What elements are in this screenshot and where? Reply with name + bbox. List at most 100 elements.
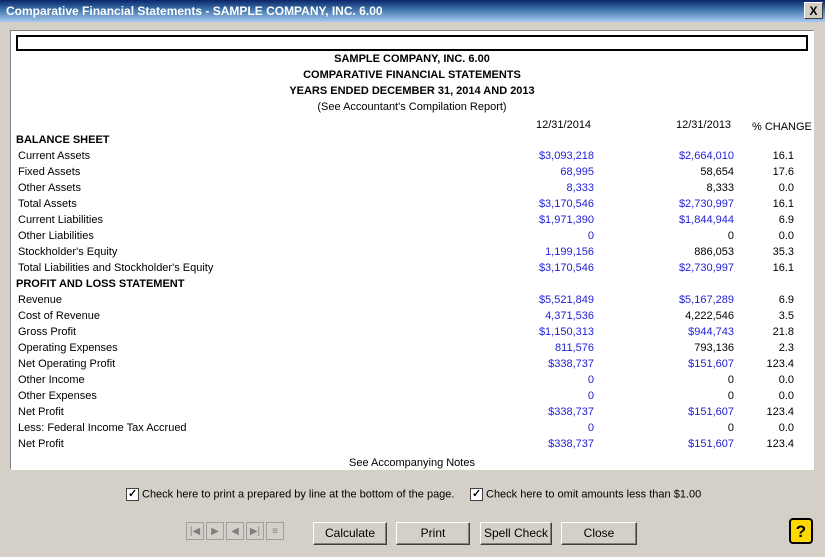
prepared-by-label[interactable]: Check here to print a prepared by line a…	[142, 489, 454, 501]
prior-year-value: $1,844,944	[678, 214, 734, 226]
row-label: Current Liabilities	[18, 214, 103, 226]
percent-change-value: 6.9	[778, 294, 794, 306]
table-row: Current Assets $3,093,218 $2,664,010 16.1	[11, 150, 811, 166]
current-year-value: $3,170,546	[538, 198, 594, 210]
title-bar: Comparative Financial Statements - SAMPL…	[0, 0, 825, 22]
current-year-value: 4,371,536	[545, 310, 594, 322]
prior-year-value: 886,053	[694, 246, 734, 258]
current-year-value: 0	[587, 390, 594, 402]
prior-year-value: $2,730,997	[678, 198, 734, 210]
percent-change-value: 35.3	[772, 246, 794, 258]
column-header-change: % CHANGE	[752, 121, 812, 133]
current-year-value: 1,199,156	[545, 246, 594, 258]
statement-title: COMPARATIVE FINANCIAL STATEMENTS	[303, 69, 521, 81]
previous-record-icon[interactable]: ◀	[226, 522, 244, 540]
current-year-value: 68,995	[560, 166, 594, 178]
table-row: Operating Expenses 811,576 793,136 2.3	[11, 342, 811, 358]
percent-change-value: 16.1	[772, 198, 794, 210]
percent-change-value: 2.3	[778, 342, 794, 354]
table-row: Cost of Revenue 4,371,536 4,222,546 3.5	[11, 310, 811, 326]
prepared-by-checkbox[interactable]: ✓	[126, 488, 139, 501]
table-row: Less: Federal Income Tax Accrued 0 0 0.0	[11, 422, 811, 438]
percent-change-value: 0.0	[778, 182, 794, 194]
row-label: Other Income	[18, 374, 85, 386]
percent-change-value: 0.0	[778, 422, 794, 434]
row-label: Net Profit	[18, 406, 64, 418]
current-year-value: $3,170,546	[538, 262, 594, 274]
percent-change-value: 0.0	[778, 374, 794, 386]
spell-check-button[interactable]: Spell Check	[480, 522, 552, 545]
prior-year-value: 58,654	[700, 166, 734, 178]
row-label: Current Assets	[18, 150, 91, 162]
print-button[interactable]: Print	[396, 522, 470, 545]
prior-year-value: 8,333	[706, 182, 734, 194]
prior-year-value: $2,730,997	[678, 262, 734, 274]
prepared-by-option[interactable]: ✓ Check here to print a prepared by line …	[126, 488, 454, 501]
section-balance-sheet: BALANCE SHEET	[16, 134, 110, 146]
table-row: Revenue $5,521,849 $5,167,289 6.9	[11, 294, 811, 310]
row-label: Net Operating Profit	[18, 358, 116, 370]
current-year-value: $1,150,313	[538, 326, 594, 338]
report-panel: SAMPLE COMPANY, INC. 6.00 COMPARATIVE FI…	[10, 30, 814, 470]
prior-year-value: $2,664,010	[678, 150, 734, 162]
prior-year-value: $5,167,289	[678, 294, 734, 306]
prior-year-value: $944,743	[688, 326, 734, 338]
prior-year-value: $151,607	[688, 438, 734, 450]
percent-change-value: 21.8	[772, 326, 794, 338]
percent-change-value: 123.4	[766, 406, 794, 418]
current-year-value: $5,521,849	[538, 294, 594, 306]
prior-year-value: 0	[727, 374, 734, 386]
prior-year-value: $151,607	[688, 358, 734, 370]
last-record-icon[interactable]: ▶|	[246, 522, 264, 540]
compilation-note: (See Accountant's Compilation Report)	[317, 101, 507, 113]
check-icon: ✓	[472, 488, 482, 500]
next-record-icon[interactable]: ▶	[206, 522, 224, 540]
row-label: Other Assets	[18, 182, 81, 194]
list-icon[interactable]: ≡	[266, 522, 284, 540]
table-row: Total Liabilities and Stockholder's Equi…	[11, 262, 811, 278]
prior-year-value: 4,222,546	[685, 310, 734, 322]
current-year-value: $338,737	[548, 406, 594, 418]
percent-change-value: 17.6	[772, 166, 794, 178]
omit-small-option[interactable]: ✓ Check here to omit amounts less than $1…	[470, 488, 701, 501]
table-row: Fixed Assets 68,995 58,654 17.6	[11, 166, 811, 182]
percent-change-value: 3.5	[778, 310, 794, 322]
row-label: Other Expenses	[18, 390, 97, 402]
footnote: See Accompanying Notes	[349, 457, 475, 469]
current-year-value: 811,576	[555, 342, 594, 354]
report-header-box	[16, 35, 808, 51]
calculate-button[interactable]: Calculate	[313, 522, 387, 545]
current-year-value: 0	[587, 422, 594, 434]
table-row: Other Assets 8,333 8,333 0.0	[11, 182, 811, 198]
table-row: Current Liabilities $1,971,390 $1,844,944 6…	[11, 214, 811, 230]
first-record-icon[interactable]: |◀	[186, 522, 204, 540]
close-button[interactable]: Close	[561, 522, 637, 545]
row-label: Operating Expenses	[18, 342, 118, 354]
row-label: Total Assets	[18, 198, 77, 210]
company-name: SAMPLE COMPANY, INC. 6.00	[334, 53, 490, 65]
prior-year-value: 0	[727, 230, 734, 242]
prior-year-value: 0	[727, 422, 734, 434]
current-year-value: $338,737	[548, 358, 594, 370]
table-row: Other Liabilities 0 0 0.0	[11, 230, 811, 246]
row-label: Other Liabilities	[18, 230, 94, 242]
column-header-prior: 12/31/2013	[676, 119, 732, 131]
percent-change-value: 123.4	[766, 438, 794, 450]
table-row: Net Profit $338,737 $151,607 123.4	[11, 406, 811, 422]
table-row: Other Income 0 0 0.0	[11, 374, 811, 390]
record-navigation: |◀ ▶ ◀ ▶| ≡	[186, 522, 286, 540]
row-label: Total Liabilities and Stockholder's Equi…	[18, 262, 214, 274]
help-icon[interactable]: ?	[789, 518, 813, 544]
prior-year-value: 0	[727, 390, 734, 402]
row-label: Net Profit	[18, 438, 64, 450]
window-close-button[interactable]: X	[804, 2, 823, 19]
row-label: Gross Profit	[18, 326, 77, 338]
row-label: Revenue	[18, 294, 63, 306]
omit-small-label[interactable]: Check here to omit amounts less than $1.…	[486, 489, 701, 501]
column-header-current: 12/31/2014	[536, 119, 592, 131]
table-row: Net Operating Profit $338,737 $151,607 123.…	[11, 358, 811, 374]
current-year-value: 0	[587, 230, 594, 242]
omit-small-checkbox[interactable]: ✓	[470, 488, 483, 501]
current-year-value: $338,737	[548, 438, 594, 450]
table-row: Net Profit $338,737 $151,607 123.4	[11, 438, 811, 454]
